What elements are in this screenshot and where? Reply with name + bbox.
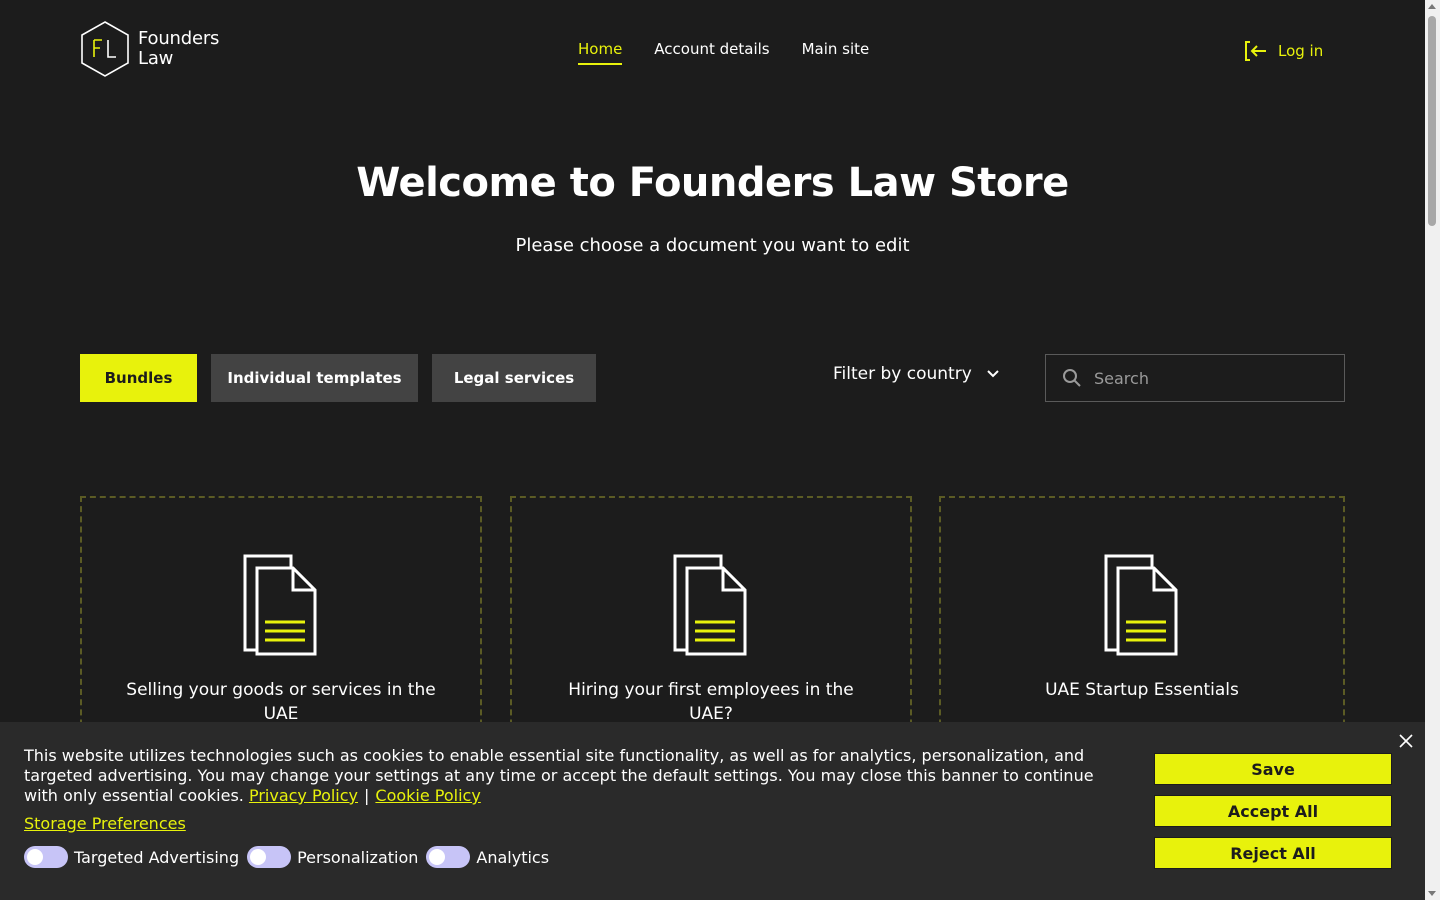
login-button[interactable]: Log in — [1244, 40, 1323, 62]
nav-home[interactable]: Home — [578, 40, 623, 65]
toggle-label: Analytics — [476, 847, 550, 867]
bundle-card[interactable]: UAE Startup Essentials — [939, 496, 1345, 756]
page: Founders Law Home Account details Main s… — [0, 0, 1425, 900]
reject-all-button[interactable]: Reject All — [1154, 837, 1392, 869]
storage-preferences-link[interactable]: Storage Preferences — [24, 814, 186, 833]
toggle-personalization[interactable]: Personalization — [247, 846, 418, 868]
search-icon — [1063, 369, 1081, 387]
login-icon — [1245, 41, 1266, 61]
accept-all-button[interactable]: Accept All — [1154, 795, 1392, 827]
card-title: Selling your goods or services in the UA… — [126, 680, 436, 724]
card-title: Hiring your first employees in the UAE? — [568, 680, 854, 724]
country-filter-label: Filter by country — [833, 364, 972, 384]
save-button[interactable]: Save — [1154, 753, 1392, 785]
search-box — [1045, 354, 1345, 402]
scrollbar-thumb[interactable] — [1428, 16, 1436, 226]
toggle-switch[interactable] — [426, 846, 471, 868]
toggle-switch[interactable] — [24, 846, 68, 868]
logo-line-2: Law — [138, 48, 174, 69]
chevron-down-icon — [987, 370, 999, 378]
page-subtitle: Please choose a document you want to edi… — [515, 235, 910, 256]
cookie-text: This website utilizes technologies such … — [24, 746, 1094, 805]
logo[interactable]: Founders Law — [80, 20, 219, 78]
scrollbar[interactable] — [1425, 0, 1440, 900]
scroll-down-arrow-icon[interactable] — [1428, 891, 1436, 896]
document-icon — [673, 554, 747, 656]
toggle-analytics[interactable]: Analytics — [426, 846, 549, 868]
tab-individual-templates[interactable]: Individual templates — [211, 354, 418, 402]
login-label: Log in — [1278, 42, 1324, 60]
country-filter-dropdown[interactable]: Filter by country — [833, 364, 1000, 384]
close-icon[interactable] — [1398, 733, 1414, 749]
consent-toggles: Targeted Advertising Personalization Ana… — [24, 846, 557, 868]
nav-account-details[interactable]: Account details — [654, 40, 769, 65]
scroll-up-arrow-icon[interactable] — [1428, 4, 1436, 9]
toggle-label: Personalization — [297, 847, 419, 867]
link-separator: | — [364, 786, 370, 805]
document-icon — [243, 554, 317, 656]
logo-line-1: Founders — [138, 28, 220, 49]
toggle-label: Targeted Advertising — [74, 847, 240, 867]
logo-hexagon-icon — [81, 21, 129, 77]
bundle-card[interactable]: Hiring your first employees in the UAE? — [510, 496, 912, 756]
document-icon — [1104, 554, 1178, 656]
toggle-targeted-advertising[interactable]: Targeted Advertising — [24, 846, 239, 868]
card-title: UAE Startup Essentials — [1045, 680, 1239, 700]
privacy-policy-link[interactable]: Privacy Policy — [249, 786, 358, 805]
search-input[interactable] — [1092, 367, 1326, 389]
cookie-text-block: This website utilizes technologies such … — [24, 746, 1124, 806]
logo-text: Founders Law — [138, 29, 219, 69]
nav-main-site[interactable]: Main site — [802, 40, 870, 65]
cookie-policy-link[interactable]: Cookie Policy — [375, 786, 480, 805]
page-title: Welcome to Founders Law Store — [356, 160, 1069, 206]
tab-legal-services[interactable]: Legal services — [432, 354, 596, 402]
tab-bundles[interactable]: Bundles — [80, 354, 197, 402]
toggle-switch[interactable] — [247, 846, 292, 868]
bundle-card[interactable]: Selling your goods or services in the UA… — [80, 496, 482, 756]
main-nav: Home Account details Main site — [578, 40, 869, 65]
